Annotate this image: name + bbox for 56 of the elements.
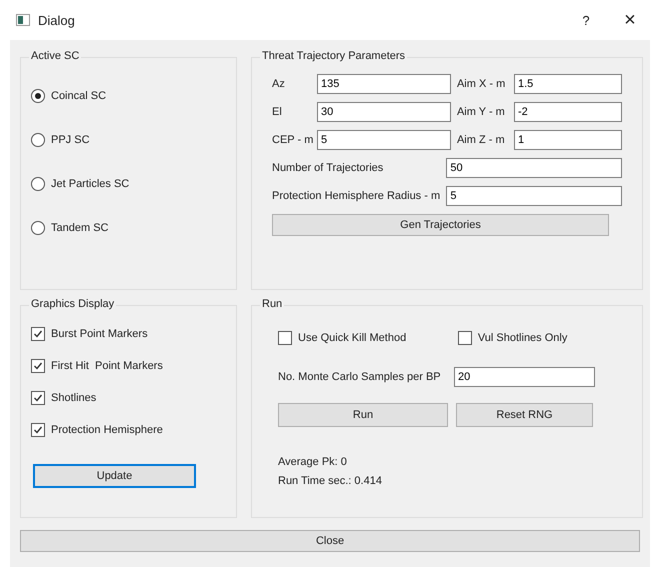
checkbox[interactable] bbox=[278, 331, 292, 345]
checkbox-label: Shotlines bbox=[51, 392, 96, 404]
reset-button[interactable]: Reset RNG bbox=[456, 403, 593, 427]
radio-button[interactable] bbox=[31, 177, 45, 191]
checkbox[interactable] bbox=[31, 423, 45, 437]
input-field[interactable]: 50 bbox=[446, 158, 622, 178]
field-label: Number of Trajectories bbox=[272, 162, 384, 174]
field-label: CEP - m bbox=[272, 134, 314, 146]
checkmark-icon bbox=[33, 361, 43, 371]
field-label: Protection Hemisphere Radius - m bbox=[272, 190, 442, 202]
field-label: Aim Y - m bbox=[456, 106, 506, 118]
field-label: Az bbox=[272, 78, 286, 90]
checkbox-label: First Hit Point Markers bbox=[51, 360, 163, 372]
app-icon bbox=[16, 14, 30, 26]
update-button[interactable]: Update bbox=[33, 464, 196, 488]
checkbox[interactable] bbox=[31, 327, 45, 341]
radio-label: Jet Particles SC bbox=[51, 178, 130, 190]
input-field[interactable]: -2 bbox=[514, 102, 622, 122]
input-field[interactable]: 1.5 bbox=[514, 74, 622, 94]
checkbox-label: Protection Hemisphere bbox=[51, 424, 163, 436]
gen-trajectories-button[interactable]: Gen Trajectories bbox=[272, 214, 609, 236]
checkbox[interactable] bbox=[31, 359, 45, 373]
checkbox[interactable] bbox=[31, 391, 45, 405]
window-title: Dialog bbox=[38, 12, 76, 28]
checkmark-icon bbox=[33, 425, 43, 435]
radio-label: Coincal SC bbox=[51, 90, 106, 102]
checkbox-label: Burst Point Markers bbox=[51, 328, 148, 340]
input-field[interactable]: 5 bbox=[316, 130, 451, 150]
radio-button[interactable] bbox=[31, 133, 45, 147]
field-label: No. Monte Carlo Samples per BP bbox=[278, 371, 442, 383]
field-label: Aim Z - m bbox=[456, 134, 506, 146]
result-text: Average Pk: 0 bbox=[278, 456, 348, 468]
checkmark-icon bbox=[33, 329, 43, 339]
radio-button[interactable] bbox=[31, 221, 45, 235]
input-field[interactable]: 20 bbox=[454, 367, 595, 387]
group-title: Graphics Display bbox=[29, 298, 116, 310]
field-label: Aim X - m bbox=[456, 78, 506, 90]
radio-label: Tandem SC bbox=[51, 222, 108, 234]
run-button[interactable]: Run bbox=[278, 403, 448, 427]
close-button[interactable]: Close bbox=[20, 530, 640, 552]
help-button[interactable]: ? bbox=[568, 12, 604, 28]
group-title: Active SC bbox=[29, 50, 82, 62]
radio-label: PPJ SC bbox=[51, 134, 90, 146]
checkbox-label: Use Quick Kill Method bbox=[298, 332, 406, 344]
result-text: Run Time sec.: 0.414 bbox=[278, 475, 383, 487]
group-title: Threat Trajectory Parameters bbox=[260, 50, 408, 62]
input-field[interactable]: 5 bbox=[446, 186, 622, 206]
checkbox-label: Vul Shotlines Only bbox=[478, 332, 568, 344]
input-field[interactable]: 1 bbox=[514, 130, 622, 150]
input-field[interactable]: 30 bbox=[316, 102, 451, 122]
checkmark-icon bbox=[33, 393, 43, 403]
group-title: Run bbox=[260, 298, 284, 310]
radio-button[interactable] bbox=[31, 89, 45, 103]
input-field[interactable]: 135 bbox=[316, 74, 451, 94]
checkbox[interactable] bbox=[458, 331, 472, 345]
field-label: El bbox=[272, 106, 283, 118]
